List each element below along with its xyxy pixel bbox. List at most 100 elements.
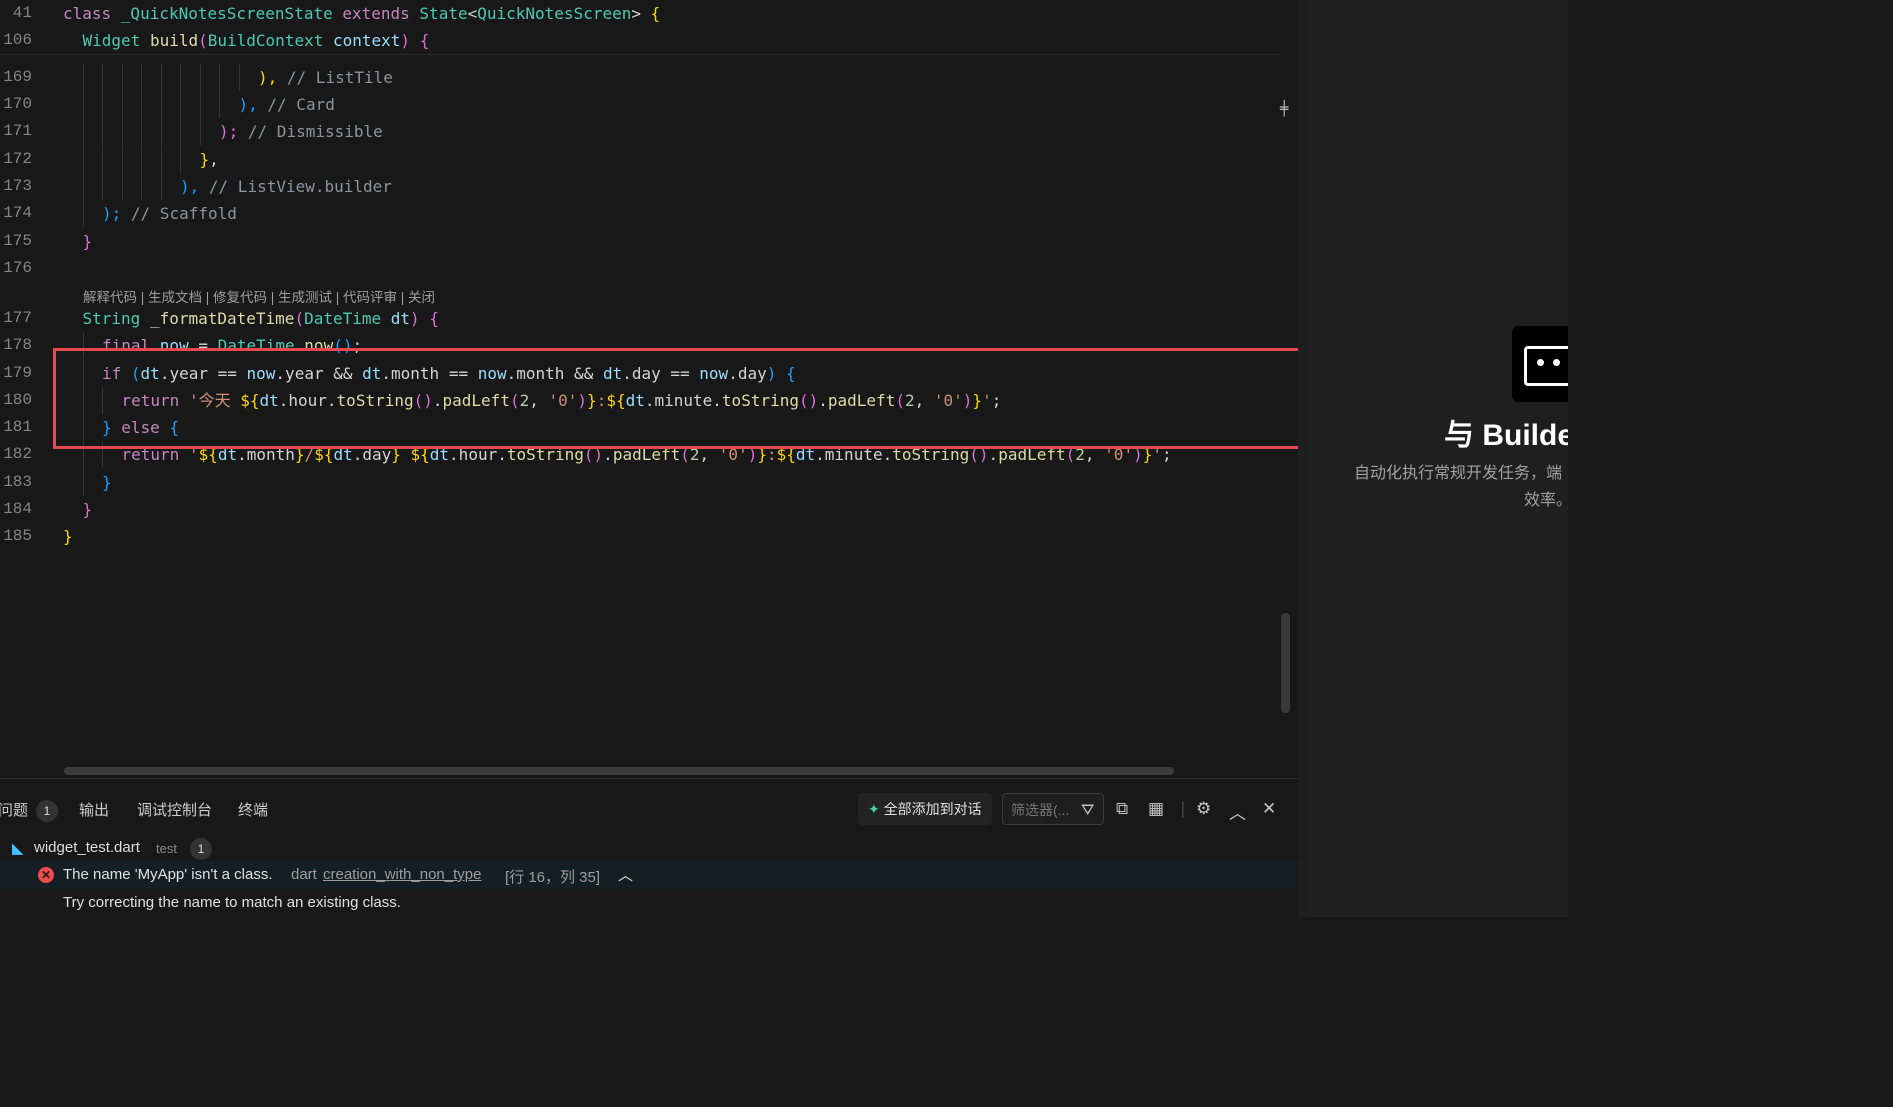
- indent-guide: [121, 173, 123, 200]
- code-text: }: [83, 228, 93, 255]
- code-line[interactable]: 171); // Dismissible: [0, 118, 1280, 145]
- code-line[interactable]: 183}: [0, 469, 1280, 496]
- collapse-all-icon[interactable]: ⧉: [1116, 799, 1128, 819]
- code-editor[interactable]: 41 class _QuickNotesScreenState extends S…: [0, 0, 1298, 778]
- indent-guide: [180, 118, 181, 145]
- file-folder: test: [156, 841, 177, 856]
- filter-input[interactable]: [1009, 801, 1079, 819]
- code-token: );: [102, 204, 131, 223]
- line-number: 184: [3, 500, 32, 518]
- code-token: }: [63, 527, 73, 546]
- code-text: }: [83, 496, 93, 523]
- indent-guide: [102, 91, 103, 118]
- error-icon: ✕: [38, 867, 54, 883]
- codelens-actions[interactable]: 解释代码 | 生成文档 | 修复代码 | 生成测试 | 代码评审 | 关闭: [83, 286, 435, 306]
- code-line[interactable]: 177 String _formatDateTime(DateTime dt) {: [0, 305, 1280, 332]
- error-location: [行 16，列 35]: [505, 869, 601, 886]
- chevron-up-icon[interactable]: ︿: [618, 864, 633, 885]
- code-token: Widget: [82, 31, 150, 50]
- indent-guide: [141, 146, 142, 173]
- chevron-up-icon[interactable]: ︿: [1229, 799, 1246, 824]
- problem-item[interactable]: ✕ The name 'MyApp' isn't a class. dart c…: [0, 861, 1298, 889]
- line-number: 185: [3, 527, 32, 545]
- indent-guide: [160, 91, 162, 118]
- code-line[interactable]: 106 Widget build(BuildContext context) {: [0, 27, 1280, 54]
- indent-guide: [82, 64, 84, 91]
- code-text: ); // Scaffold: [102, 200, 237, 227]
- close-icon[interactable]: ✕: [1262, 799, 1276, 819]
- line-number: 180: [3, 391, 32, 409]
- code-line[interactable]: 185}: [0, 523, 1280, 550]
- code-line[interactable]: 184}: [0, 496, 1280, 523]
- tab-terminal[interactable]: 终端: [238, 799, 268, 820]
- add-all-to-chat-button[interactable]: ✦ 全部添加到对话: [858, 793, 992, 825]
- indent-guide: [160, 118, 162, 145]
- indent-guide: [141, 64, 142, 91]
- code-token: ): [410, 309, 420, 328]
- error-source: dart: [291, 866, 317, 883]
- code-line[interactable]: 169), // ListTile: [0, 64, 1280, 91]
- code-line[interactable]: 170), // Card: [0, 91, 1280, 118]
- indent-guide: [180, 91, 181, 118]
- file-name: widget_test.dart: [34, 839, 140, 856]
- indent-guide: [102, 173, 103, 200]
- code-line[interactable]: 173 ), // ListView.builder: [0, 173, 1280, 200]
- code-token: ): [400, 31, 411, 50]
- filter-icon[interactable]: ⛛: [1081, 800, 1094, 820]
- code-text: ), // ListView.builder: [180, 173, 392, 200]
- settings-sliders-icon[interactable]: ⚙: [1196, 799, 1211, 819]
- code-token: // ListView.builder: [208, 177, 392, 196]
- code-token: _formatDateTime: [149, 309, 295, 328]
- sparkle-icon: ✦: [868, 802, 880, 818]
- builder-description-2: 效率。: [1524, 492, 1568, 509]
- code-line[interactable]: 41 class _QuickNotesScreenState extends S…: [0, 0, 1280, 27]
- code-token: <: [467, 4, 478, 23]
- code-token: {: [419, 309, 439, 328]
- indent-guide: [160, 173, 162, 200]
- tab-problems[interactable]: 问题 1: [0, 799, 59, 822]
- code-line[interactable]: 174); // Scaffold: [0, 200, 1280, 227]
- table-view-icon[interactable]: ▦: [1148, 799, 1164, 819]
- line-number: 173: [3, 177, 32, 195]
- indent-guide: [102, 146, 103, 173]
- indent-guide: [180, 146, 181, 173]
- code-line[interactable]: 172},: [0, 146, 1280, 173]
- code-token: class: [63, 4, 121, 23]
- problems-panel: 问题1 输出 调试控制台 终端 ✦ 全部添加到对话 ⛛ ⧉ ▦ | ⚙ ︿ ✕ …: [0, 778, 1298, 918]
- code-token: }: [82, 232, 93, 251]
- line-number: 170: [3, 95, 32, 113]
- code-token: // Scaffold: [130, 204, 237, 223]
- filter-box[interactable]: ⛛: [1002, 793, 1104, 825]
- code-token: ),: [238, 95, 268, 114]
- code-token: // Dismissible: [247, 122, 383, 141]
- indent-guide: [82, 469, 84, 496]
- indent-guide: [102, 64, 103, 91]
- line-number: 182: [3, 445, 32, 463]
- problems-count-badge: 1: [36, 800, 59, 822]
- code-token: {: [641, 4, 661, 23]
- vertical-scrollbar[interactable]: [1281, 613, 1290, 713]
- tab-debug-console[interactable]: 调试控制台: [137, 799, 212, 820]
- code-token: // ListTile: [286, 68, 393, 87]
- code-token: ,: [209, 150, 219, 169]
- problem-file-row[interactable]: ◣ widget_test.dart test 1: [0, 837, 1298, 863]
- error-code-link[interactable]: creation_with_non_type: [323, 866, 481, 883]
- tab-output[interactable]: 输出: [79, 799, 109, 820]
- sticky-scroll-header[interactable]: 41 class _QuickNotesScreenState extends S…: [0, 0, 1280, 55]
- code-token: (: [198, 31, 208, 50]
- code-text: }: [63, 523, 73, 550]
- indent-guide: [121, 146, 123, 173]
- line-number: 41: [12, 4, 32, 22]
- line-number: 174: [3, 204, 32, 222]
- code-token: }: [199, 150, 210, 169]
- code-line[interactable]: 176: [0, 255, 1280, 282]
- indent-guide: [219, 64, 220, 91]
- panel-divider[interactable]: [1298, 0, 1306, 917]
- indent-guide: [102, 118, 103, 145]
- dart-file-icon: ◣: [12, 839, 24, 857]
- code-line[interactable]: 175}: [0, 228, 1280, 255]
- problem-hint: Try correcting the name to match an exis…: [0, 889, 1298, 917]
- indent-guide: [238, 64, 240, 91]
- horizontal-scrollbar[interactable]: [64, 767, 1174, 775]
- code-token: }: [82, 500, 93, 519]
